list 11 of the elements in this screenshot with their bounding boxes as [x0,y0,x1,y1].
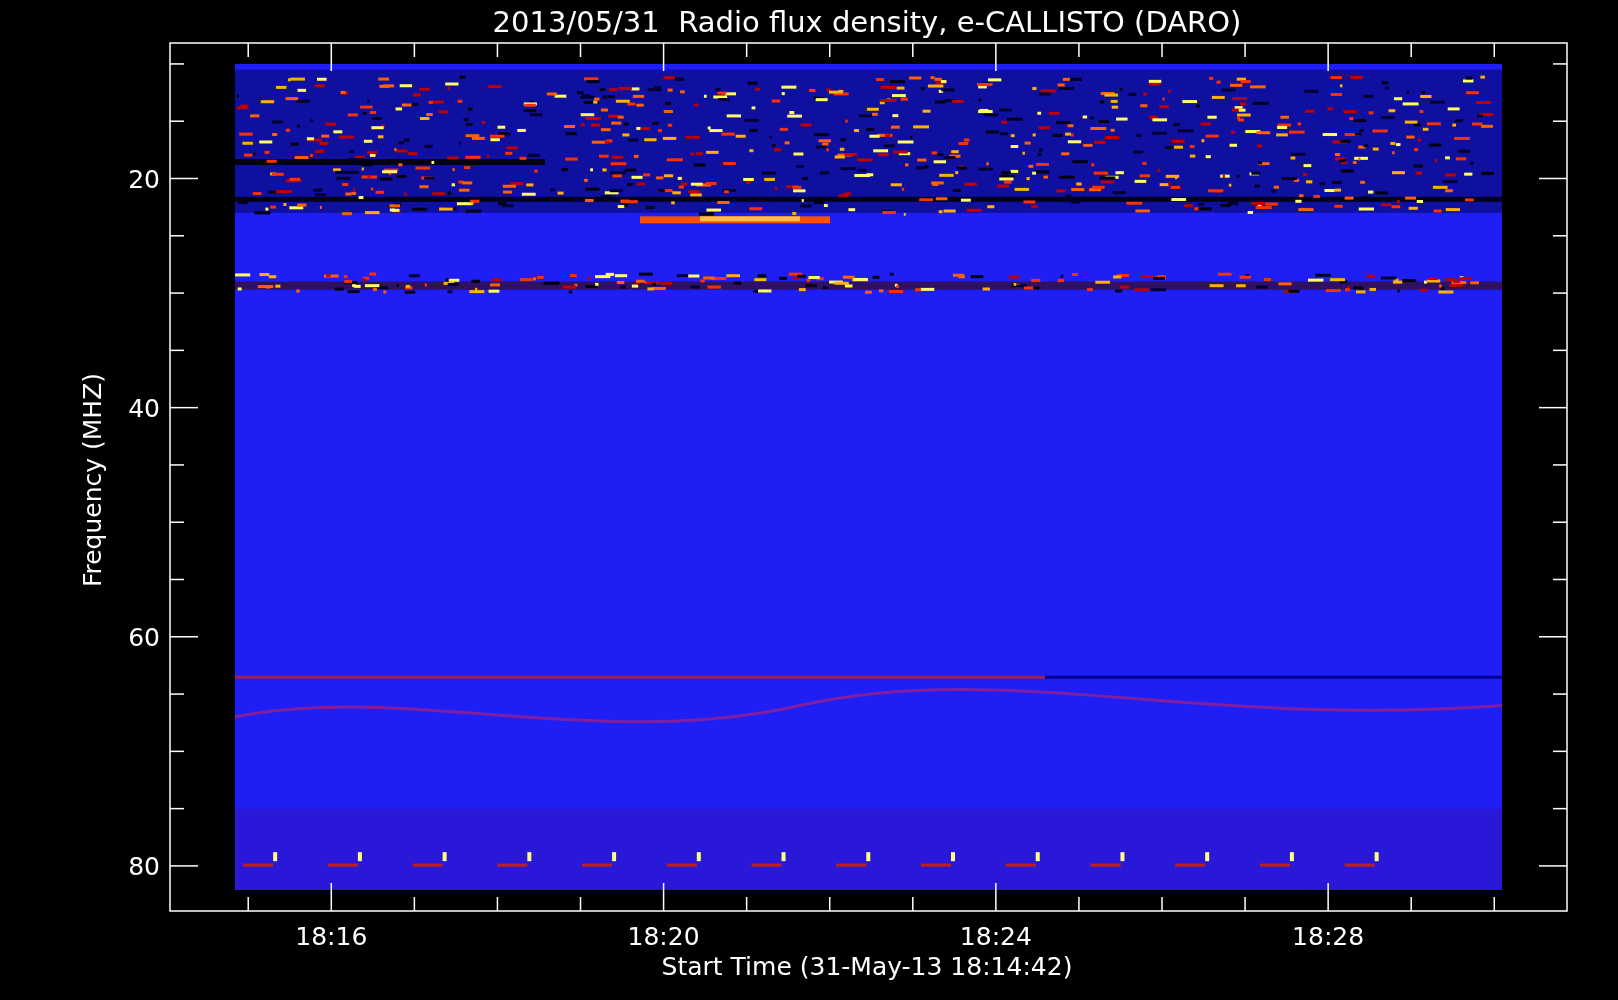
chart-title: 2013/05/31 Radio flux density, e-CALLISTO (DARO) [492,5,1242,39]
x-tick-label: 18:24 [959,922,1032,951]
y-tick-label: 60 [128,622,160,652]
x-tick-label: 18:16 [295,922,368,951]
y-tick-label: 20 [128,164,160,194]
y-axis-label: Frequency (MHZ) [78,372,107,588]
x-tick-label: 18:28 [1292,922,1365,951]
y-tick-label: 40 [128,393,160,423]
x-axis-label: Start Time (31-May-13 18:14:42) [661,952,1073,981]
x-tick-label: 18:20 [627,922,700,951]
y-tick-label: 80 [128,851,160,881]
